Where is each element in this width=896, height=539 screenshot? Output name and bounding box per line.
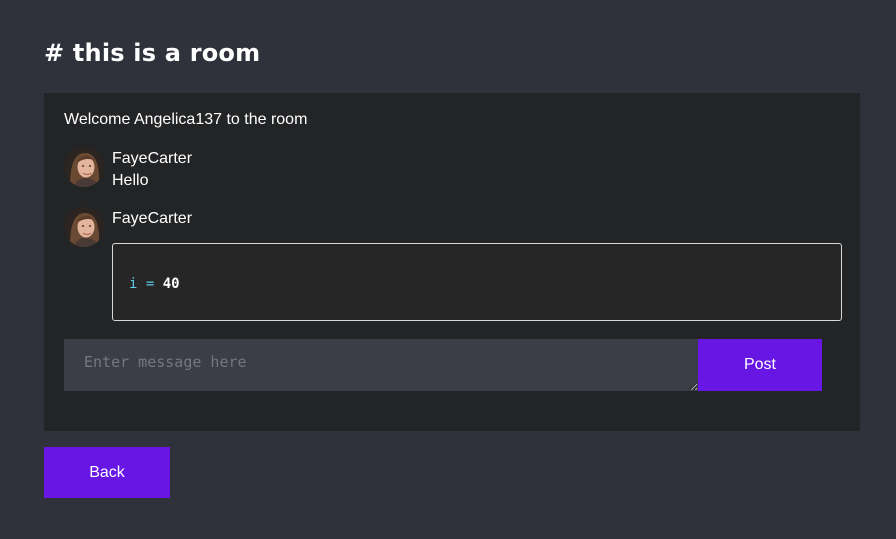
code-number: 40 (162, 276, 180, 292)
avatar (64, 147, 104, 187)
message-author: FayeCarter (112, 150, 193, 167)
message-input[interactable] (64, 339, 698, 391)
room-page: # this is a room Welcome Angelica137 to … (0, 0, 896, 539)
code-operator: = (145, 276, 155, 292)
user-photo-icon (64, 207, 104, 247)
page-title: # this is a room (44, 39, 261, 67)
message-composer: Post (64, 339, 822, 391)
welcome-message: Welcome Angelica137 to the room (64, 111, 308, 128)
code-variable: i (129, 276, 138, 292)
code-line: i = 40 (129, 276, 180, 292)
user-photo-icon (64, 147, 104, 187)
avatar (64, 207, 104, 247)
code-block: i = 40 (112, 243, 842, 321)
post-button[interactable]: Post (698, 339, 822, 391)
chat-panel: Welcome Angelica137 to the room FayeCart… (44, 93, 860, 431)
message-author: FayeCarter (112, 210, 193, 227)
back-button[interactable]: Back (44, 447, 170, 498)
message-text: Hello (112, 172, 149, 189)
